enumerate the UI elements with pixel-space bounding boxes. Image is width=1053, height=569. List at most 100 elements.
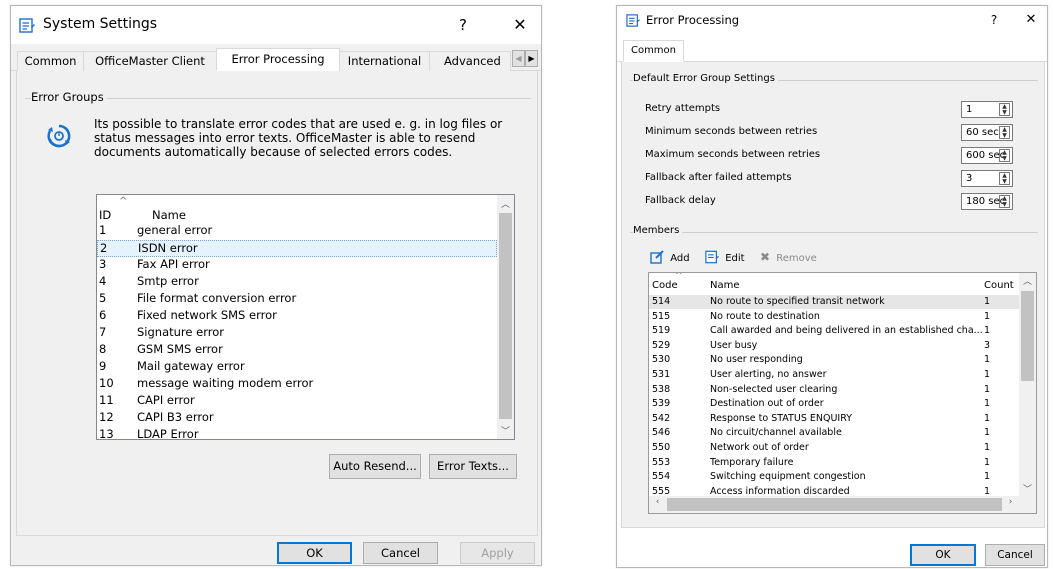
cancel-button[interactable]: Cancel	[363, 542, 438, 564]
scrollbar-thumb[interactable]	[667, 498, 1002, 511]
scrollbar-thumb[interactable]	[499, 213, 512, 419]
setting-spinbox[interactable]: 3 ▲ ▼	[961, 170, 1013, 187]
cell-code: 538	[652, 383, 671, 395]
add-button[interactable]: Add	[650, 250, 690, 264]
table-row[interactable]: 8 GSM SMS error	[97, 342, 497, 359]
cell-count: 1	[984, 296, 991, 307]
error-texts-button[interactable]: Error Texts...	[429, 454, 517, 479]
scroll-down-arrow[interactable]: ﹀	[497, 424, 514, 437]
cancel-button[interactable]: Cancel	[985, 544, 1045, 566]
setting-spinbox[interactable]: 600 sec ▲ ▼	[961, 147, 1013, 164]
tab-common[interactable]: Common	[623, 40, 684, 62]
cell-count: 1	[984, 442, 991, 453]
table-row[interactable]: 9 Mail gateway error	[97, 359, 497, 376]
table-row[interactable]: 529 User busy 3	[649, 339, 1019, 353]
table-row[interactable]: 6 Fixed network SMS error	[97, 308, 497, 325]
table-row[interactable]: 3 Fax API error	[97, 257, 497, 274]
table-row[interactable]: 5 File format conversion error	[97, 291, 497, 308]
cell-name: User alerting, no answer	[710, 369, 827, 380]
table-row[interactable]: 539 Destination out of order 1	[649, 397, 1019, 411]
close-icon[interactable]: ✕	[1013, 6, 1047, 34]
members-list[interactable]: ^ Code Name Count 514 No route to specifi…	[648, 272, 1037, 514]
tab-scroll-left-button[interactable]: ◀	[512, 50, 525, 67]
cell-code: 519	[652, 325, 671, 337]
setting-spinbox[interactable]: 1 ▲ ▼	[961, 101, 1013, 118]
table-row[interactable]: 519 Call awarded and being delivered in a…	[649, 324, 1019, 338]
tab-scroll-right-button[interactable]: ▶	[525, 50, 538, 67]
members-vertical-scrollbar[interactable]: ︿ ﹀	[1019, 273, 1036, 496]
error-groups-scrollbar[interactable]: ︿ ﹀	[497, 195, 514, 439]
edit-button[interactable]: Edit	[705, 250, 745, 264]
tab-common[interactable]: Common	[17, 51, 84, 71]
cell-id: 13	[99, 427, 114, 440]
cell-id: 6	[99, 308, 107, 322]
cell-id: 11	[99, 393, 114, 407]
column-header-name[interactable]: Name	[710, 280, 740, 291]
scrollbar-thumb[interactable]	[1021, 291, 1034, 381]
table-row[interactable]: 553 Temporary failure 1	[649, 456, 1019, 470]
table-row[interactable]: 546 No circuit/channel available 1	[649, 426, 1019, 440]
cell-name: Temporary failure	[710, 456, 794, 468]
table-row[interactable]: 514 No route to specified transit network…	[649, 295, 1019, 309]
cell-id: 5	[99, 291, 107, 305]
list-header: ^ Code Name Count	[649, 273, 1019, 295]
cell-name: general error	[137, 223, 213, 237]
spinner-arrows-icon[interactable]: ▲ ▼	[999, 149, 1010, 162]
table-row[interactable]: 11 CAPI error	[97, 393, 497, 410]
cell-count: 3	[984, 339, 991, 351]
cell-id: 7	[99, 325, 107, 339]
table-row[interactable]: 538 Non-selected user clearing 1	[649, 383, 1019, 397]
spinner-arrows-icon[interactable]: ▲ ▼	[999, 126, 1010, 139]
cell-count: 1	[984, 310, 991, 322]
column-header-id[interactable]: ID	[99, 208, 111, 222]
auto-resend-button[interactable]: Auto Resend...	[329, 454, 421, 479]
close-icon[interactable]: ✕	[497, 6, 541, 44]
tab-advanced[interactable]: Advanced	[429, 51, 511, 71]
system-settings-dialog: System Settings ? ✕ Common OfficeMaster …	[10, 5, 542, 566]
table-row[interactable]: 530 No user responding 1	[649, 353, 1019, 367]
table-row[interactable]: 10 message waiting modem error	[97, 376, 497, 393]
cell-id: 3	[99, 257, 107, 271]
table-row[interactable]: 542 Response to STATUS ENQUIRY 1	[649, 412, 1019, 426]
table-row[interactable]: 4 Smtp error	[97, 274, 497, 291]
spinner-arrows-icon[interactable]: ▲ ▼	[999, 103, 1010, 116]
table-row[interactable]: 1 general error	[97, 223, 497, 240]
spinner-arrows-icon[interactable]: ▲ ▼	[999, 195, 1010, 208]
error-groups-list[interactable]: ^ ID Name 1 general error 2 ISDN error 3 Fax …	[96, 194, 515, 440]
table-row[interactable]: 7 Signature error	[97, 325, 497, 342]
help-button[interactable]: ?	[443, 6, 483, 44]
scroll-right-arrow[interactable]: ›	[1002, 497, 1019, 507]
setting-spinbox[interactable]: 60 sec ▲ ▼	[961, 124, 1013, 141]
error-groups-description: Its possible to translate error codes th…	[94, 117, 503, 159]
scroll-up-arrow[interactable]: ︿	[497, 197, 514, 210]
cell-name: LDAP Error	[137, 427, 199, 440]
table-row[interactable]: 12 CAPI B3 error	[97, 410, 497, 427]
tab-international[interactable]: International	[339, 51, 430, 71]
members-horizontal-scrollbar[interactable]: ‹ ›	[649, 496, 1036, 513]
cell-name: CAPI error	[137, 393, 195, 407]
cell-name: Fax API error	[137, 257, 210, 271]
table-row[interactable]: 13 LDAP Error	[97, 427, 497, 440]
ok-button[interactable]: OK	[277, 542, 352, 564]
table-row[interactable]: 550 Network out of order 1	[649, 441, 1019, 455]
column-header-code[interactable]: Code	[652, 280, 678, 291]
scroll-down-arrow[interactable]: ﹀	[1019, 482, 1036, 495]
cell-id: 8	[99, 342, 107, 356]
tab-officemaster-client[interactable]: OfficeMaster Client	[83, 51, 217, 71]
tab-error-processing[interactable]: Error Processing	[216, 48, 340, 71]
cell-id: 9	[99, 359, 107, 373]
add-label: Add	[670, 253, 690, 264]
scroll-up-arrow[interactable]: ︿	[1019, 274, 1036, 287]
apply-button: Apply	[460, 542, 535, 564]
spinner-arrows-icon[interactable]: ▲ ▼	[999, 172, 1010, 185]
scroll-left-arrow[interactable]: ‹	[649, 497, 666, 507]
setting-spinbox[interactable]: 180 sec ▲ ▼	[961, 193, 1013, 210]
column-header-name[interactable]: Name	[152, 208, 186, 222]
table-row[interactable]: 2 ISDN error	[97, 240, 497, 257]
table-row[interactable]: 531 User alerting, no answer 1	[649, 368, 1019, 382]
help-button[interactable]: ?	[979, 6, 1009, 34]
column-header-count[interactable]: Count	[984, 280, 1014, 291]
table-row[interactable]: 554 Switching equipment congestion 1	[649, 470, 1019, 484]
ok-button[interactable]: OK	[910, 544, 976, 566]
table-row[interactable]: 515 No route to destination 1	[649, 310, 1019, 324]
